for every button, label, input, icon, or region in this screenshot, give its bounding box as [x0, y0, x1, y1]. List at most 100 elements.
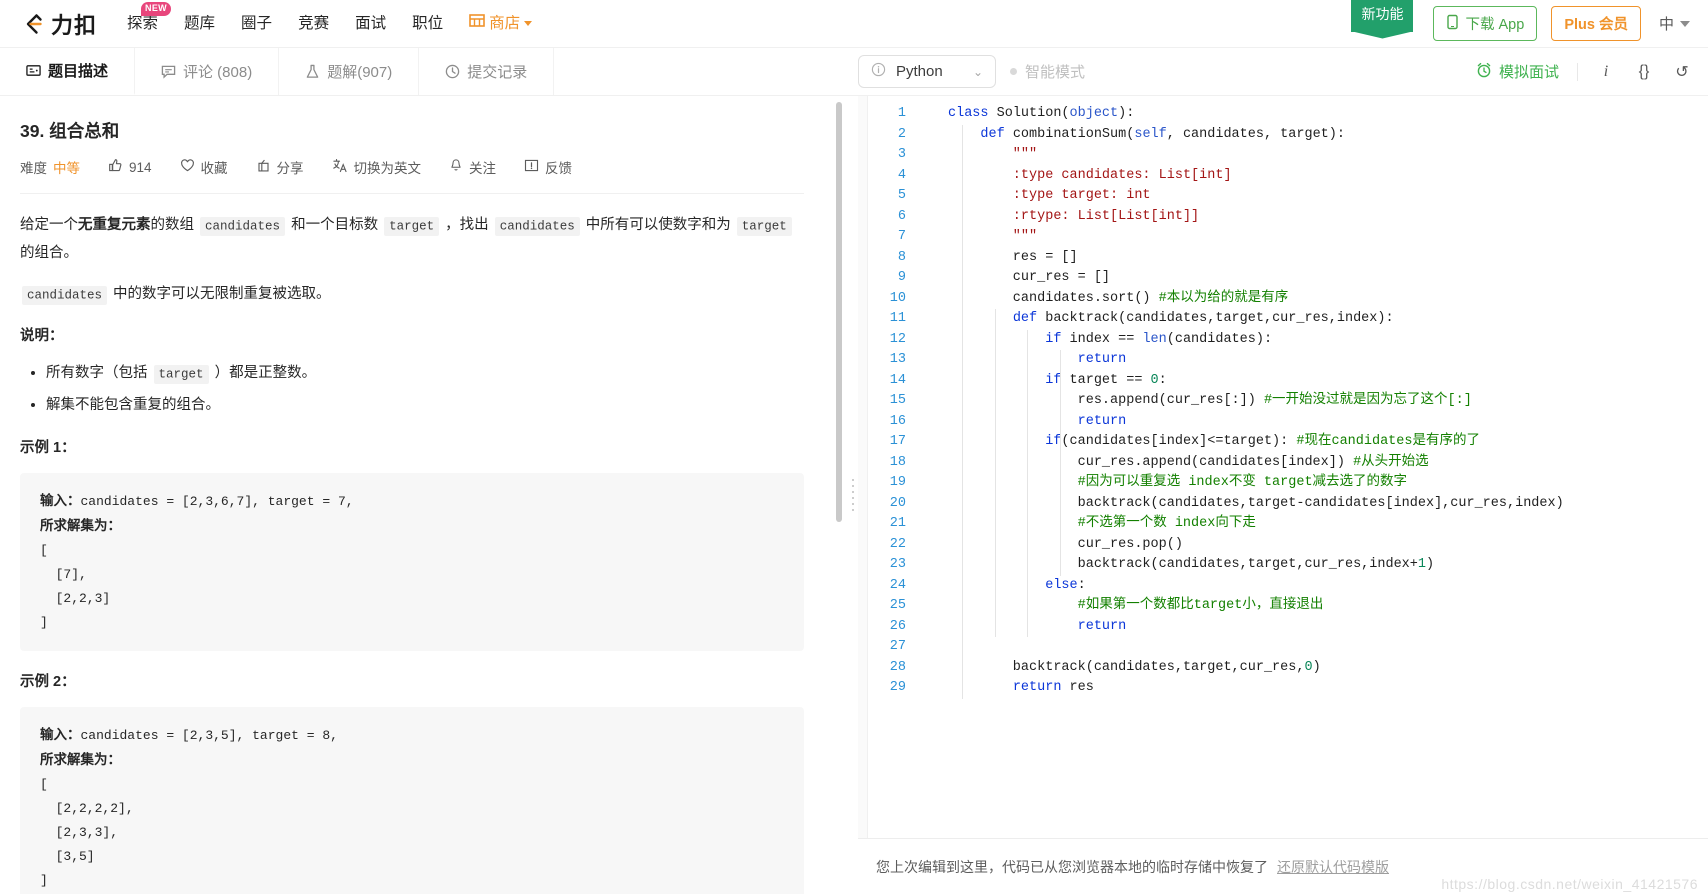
code-candidates-1: candidates — [200, 216, 286, 236]
description-scrollbar[interactable] — [836, 102, 842, 522]
code-line: if index == len(candidates): — [1045, 331, 1273, 347]
download-app-button[interactable]: 下载 App — [1433, 6, 1538, 41]
problem-paragraph-1: 给定一个无重复元素的数组 candidates 和一个目标数 target ，找… — [20, 212, 804, 267]
code-line: def backtrack(candidates,target,cur_res,… — [1012, 311, 1394, 326]
code-line: else: — [1045, 577, 1086, 593]
editor-toolbar: Python ⌄ 智能模式 模拟面试 i {} ↺ — [848, 48, 1708, 95]
p1-part-g: 的组合。 — [20, 244, 78, 261]
restore-default-template-link[interactable]: 还原默认代码模版 — [1277, 857, 1389, 877]
format-code-icon[interactable]: {} — [1634, 63, 1654, 81]
code-line: :type candidates: List[int] — [948, 167, 1232, 183]
nav-item-problems[interactable]: 题库 — [184, 0, 215, 48]
language-switcher-label: 中 — [1658, 16, 1674, 33]
editor-fold-rail[interactable] — [916, 96, 930, 838]
flask-icon — [305, 64, 320, 79]
line-number: 3 — [897, 147, 906, 162]
language-select-value: Python — [896, 63, 943, 80]
brand-logo-link[interactable]: 力扣 — [20, 8, 97, 40]
tab-solutions[interactable]: 题解(907) — [279, 48, 420, 95]
reset-code-icon[interactable]: ↺ — [1672, 62, 1692, 82]
clock-icon — [445, 64, 460, 79]
tab-comments-label: 评论 (808) — [183, 64, 253, 81]
mock-interview-button[interactable]: 模拟面试 — [1476, 61, 1559, 82]
nav-item-contest[interactable]: 竞赛 — [298, 0, 329, 48]
editor-status-bar: 您上次编辑到这里，代码已从您浏览器本地的临时存储中恢复了 还原默认代码模版 — [858, 838, 1708, 894]
heart-icon — [180, 158, 195, 176]
code-line: return — [1077, 413, 1127, 429]
editor-code-content[interactable]: class Solution(object): def combinationS… — [930, 96, 1708, 838]
switch-language-button[interactable]: 切换为英文 — [332, 157, 421, 177]
nav-item-interview[interactable]: 面试 — [355, 0, 386, 48]
line-number: 9 — [897, 270, 906, 285]
code-line: candidates.sort() #本以为给的就是有序 — [948, 290, 1289, 306]
leetcode-logo-icon — [20, 11, 46, 37]
example-2-input-label: 输入： — [40, 726, 81, 742]
p2-part-b: 中的数字可以无限制重复被选取。 — [113, 286, 331, 303]
share-icon — [256, 158, 271, 176]
feedback-icon — [524, 158, 539, 176]
toolbar-divider — [1577, 62, 1578, 81]
notes-title: 说明： — [20, 327, 64, 344]
plus-member-label: Plus 会员 — [1564, 17, 1628, 33]
nav-item-jobs[interactable]: 职位 — [412, 0, 443, 48]
example-2-output-label: 所求解集为： — [40, 751, 121, 767]
pane-splitter[interactable] — [848, 96, 858, 894]
code-line: if(candidates[index]<=target): #现在candid… — [1045, 434, 1480, 449]
favorite-button[interactable]: 收藏 — [180, 157, 228, 177]
top-navigation-bar: 力扣 探索 NEW 题库 圈子 竞赛 面试 职位 商店 新功能 下载 App P… — [0, 0, 1708, 48]
line-number: 14 — [889, 372, 906, 388]
line-number: 29 — [889, 680, 906, 695]
feedback-label: 反馈 — [545, 161, 573, 176]
status-message: 您上次编辑到这里，代码已从您浏览器本地的临时存储中恢复了 — [876, 858, 1268, 875]
difficulty-badge: 难度 中等 — [20, 157, 80, 177]
p1-part-f: 中所有可以使数字和为 — [585, 217, 731, 233]
code-line: def combinationSum(self, candidates, tar… — [980, 126, 1345, 142]
line-number: 2 — [897, 126, 906, 142]
example-1-input: candidates = [2,3,6,7], target = 7, — [80, 493, 354, 509]
language-select[interactable]: Python ⌄ — [858, 55, 996, 88]
comment-icon — [161, 64, 176, 79]
tab-description-label: 题目描述 — [48, 63, 109, 80]
tab-description[interactable]: 题目描述 — [0, 48, 136, 95]
code-target-1: target — [384, 216, 440, 236]
feedback-button[interactable]: 反馈 — [524, 157, 572, 177]
phone-icon — [1446, 14, 1459, 34]
favorite-label: 收藏 — [200, 161, 228, 176]
line-number: 12 — [889, 331, 906, 347]
code-editor[interactable]: 1 2 3 4 5 6 7 8 9 10 11 12 13 14 15 16 17 18 19 20 21 22 23 24 2… — [858, 96, 1708, 838]
nav-item-explore[interactable]: 探索 NEW — [127, 0, 171, 48]
description-icon — [26, 63, 41, 78]
chevron-down-icon — [524, 21, 533, 26]
example-2-input: candidates = [2,3,5], target = 8, — [80, 727, 338, 743]
line-number: 20 — [889, 495, 906, 511]
code-candidates-3: candidates — [22, 285, 108, 305]
thumbs-up-icon — [108, 158, 123, 176]
tab-comments[interactable]: 评论 (808) — [135, 48, 280, 95]
nav-item-circle[interactable]: 圈子 — [241, 0, 272, 48]
follow-button[interactable]: 关注 — [449, 157, 496, 177]
smart-mode-toggle[interactable]: 智能模式 — [1010, 61, 1085, 82]
example-2-block: 输入：candidates = [2,3,5], target = 8, 所求解… — [20, 706, 804, 894]
new-badge: NEW — [141, 1, 171, 16]
example-1-block: 输入：candidates = [2,3,6,7], target = 7, 所… — [20, 472, 804, 652]
note1-a: 所有数字（包括 — [46, 365, 148, 382]
language-switcher[interactable]: 中 — [1655, 13, 1690, 34]
editor-line-numbers: 1 2 3 4 5 6 7 8 9 10 11 12 13 14 15 16 17 18 19 20 21 22 23 24 2… — [868, 96, 916, 838]
code-line: return — [1077, 352, 1127, 367]
example-2-title: 示例 2： — [20, 674, 76, 691]
nav-item-store[interactable]: 商店 — [469, 0, 533, 48]
plus-member-button[interactable]: Plus 会员 — [1551, 6, 1641, 41]
info-icon[interactable]: i — [1596, 63, 1616, 81]
indent-guide — [1059, 350, 1061, 576]
code-line: if target == 0: — [1045, 372, 1167, 388]
share-button[interactable]: 分享 — [256, 157, 304, 177]
indent-guide — [1027, 329, 1029, 637]
line-number: 10 — [889, 290, 906, 306]
new-feature-ribbon[interactable]: 新功能 — [1351, 0, 1414, 33]
tab-submissions[interactable]: 提交记录 — [419, 48, 555, 95]
download-app-label: 下载 App — [1465, 17, 1525, 33]
line-number: 4 — [897, 167, 906, 183]
code-line: backtrack(candidates,target,cur_res,0) — [948, 659, 1321, 675]
code-line: res = [] — [948, 249, 1078, 265]
like-button[interactable]: 914 — [108, 158, 152, 176]
